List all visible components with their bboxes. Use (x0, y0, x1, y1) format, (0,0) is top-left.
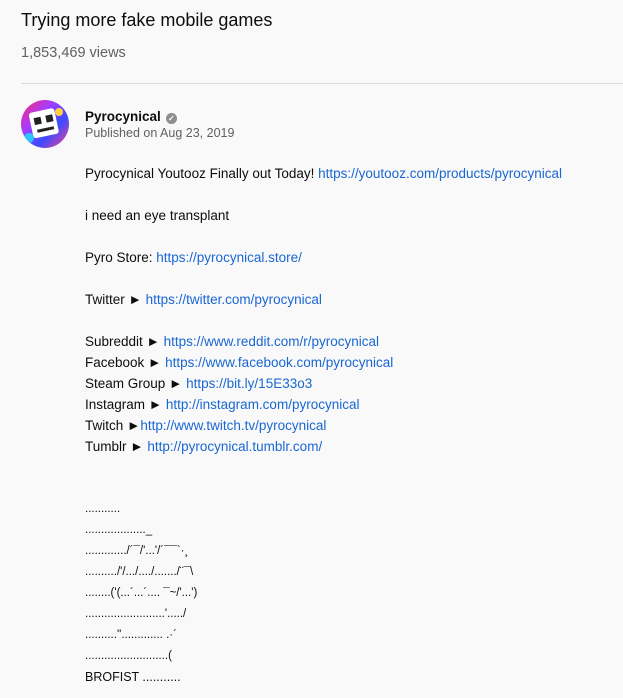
store-link[interactable]: https://pyrocynical.store/ (156, 250, 302, 265)
tumblr-link[interactable]: http://pyrocynical.tumblr.com/ (147, 439, 322, 454)
instagram-link[interactable]: http://instagram.com/pyrocynical (166, 397, 360, 412)
description-line: Pyrocynical Youtooz Finally out Today! h… (85, 163, 615, 184)
twitter-line: Twitter ► https://twitter.com/pyrocynica… (85, 289, 615, 310)
steam-link[interactable]: https://bit.ly/15E33o3 (186, 376, 312, 391)
tumblr-label: Tumblr ► (85, 439, 148, 454)
brofist-art-line: ..........................( (85, 650, 172, 662)
twitch-link[interactable]: http://www.twitch.tv/pyrocynical (140, 418, 326, 433)
verified-check-icon: ✓ (165, 113, 177, 124)
instagram-label: Instagram ► (85, 397, 166, 412)
facebook-line: Facebook ► https://www.facebook.com/pyro… (85, 352, 615, 373)
eye-transplant-line: i need an eye transplant (85, 208, 230, 223)
channel-name-text[interactable]: Pyrocynical (85, 109, 161, 124)
youtooz-link[interactable]: https://youtooz.com/products/pyrocynical (318, 166, 562, 181)
brofist-art-line: ..................._ (85, 524, 153, 536)
instagram-line: Instagram ► http://instagram.com/pyrocyn… (85, 394, 615, 415)
subreddit-label: Subreddit ► (85, 334, 164, 349)
steam-line: Steam Group ► https://bit.ly/15E33o3 (85, 373, 615, 394)
channel-avatar[interactable] (21, 100, 69, 148)
brofist-text: BROFIST ........... (85, 670, 181, 684)
brofist-art-line: ........('(...´...´.... ¯~/'...') (85, 587, 198, 599)
divider (21, 83, 623, 84)
twitter-label: Twitter ► (85, 292, 146, 307)
publish-date: Published on Aug 23, 2019 (85, 126, 235, 140)
brofist-art-line: ........../'/.../..../......./¨¯\ (85, 566, 194, 578)
tumblr-line: Tumblr ► http://pyrocynical.tumblr.com/ (85, 436, 615, 457)
twitch-label: Twitch ► (85, 418, 141, 433)
video-title: Trying more fake mobile games (21, 10, 273, 30)
twitter-link[interactable]: https://twitter.com/pyrocynical (146, 292, 322, 307)
store-line: Pyro Store: https://pyrocynical.store/ (85, 247, 615, 268)
brofist-art-line: .........................'...../ (85, 608, 187, 620)
brofist-art-line: ............./´¯/'...'/´¯¯`·¸ (85, 545, 189, 557)
channel-name[interactable]: Pyrocynical ✓ (85, 109, 177, 124)
brofist-art-line: ........... (85, 503, 121, 515)
facebook-link[interactable]: https://www.facebook.com/pyrocynical (165, 355, 393, 370)
subreddit-link[interactable]: https://www.reddit.com/r/pyrocynical (164, 334, 379, 349)
brofist-art-line: ..........''............. .·´ (85, 629, 177, 641)
youtooz-text: Pyrocynical Youtooz Finally out Today! (85, 166, 319, 181)
facebook-label: Facebook ► (85, 355, 166, 370)
video-description: Pyrocynical Youtooz Finally out Today! h… (85, 163, 615, 688)
view-count: 1,853,469 views (21, 45, 126, 61)
store-label: Pyro Store: (85, 250, 157, 265)
steam-label: Steam Group ► (85, 376, 187, 391)
twitch-line: Twitch ►http://www.twitch.tv/pyrocynical (85, 415, 615, 436)
subreddit-line: Subreddit ► https://www.reddit.com/r/pyr… (85, 331, 615, 352)
avatar-face-icon (24, 108, 63, 143)
